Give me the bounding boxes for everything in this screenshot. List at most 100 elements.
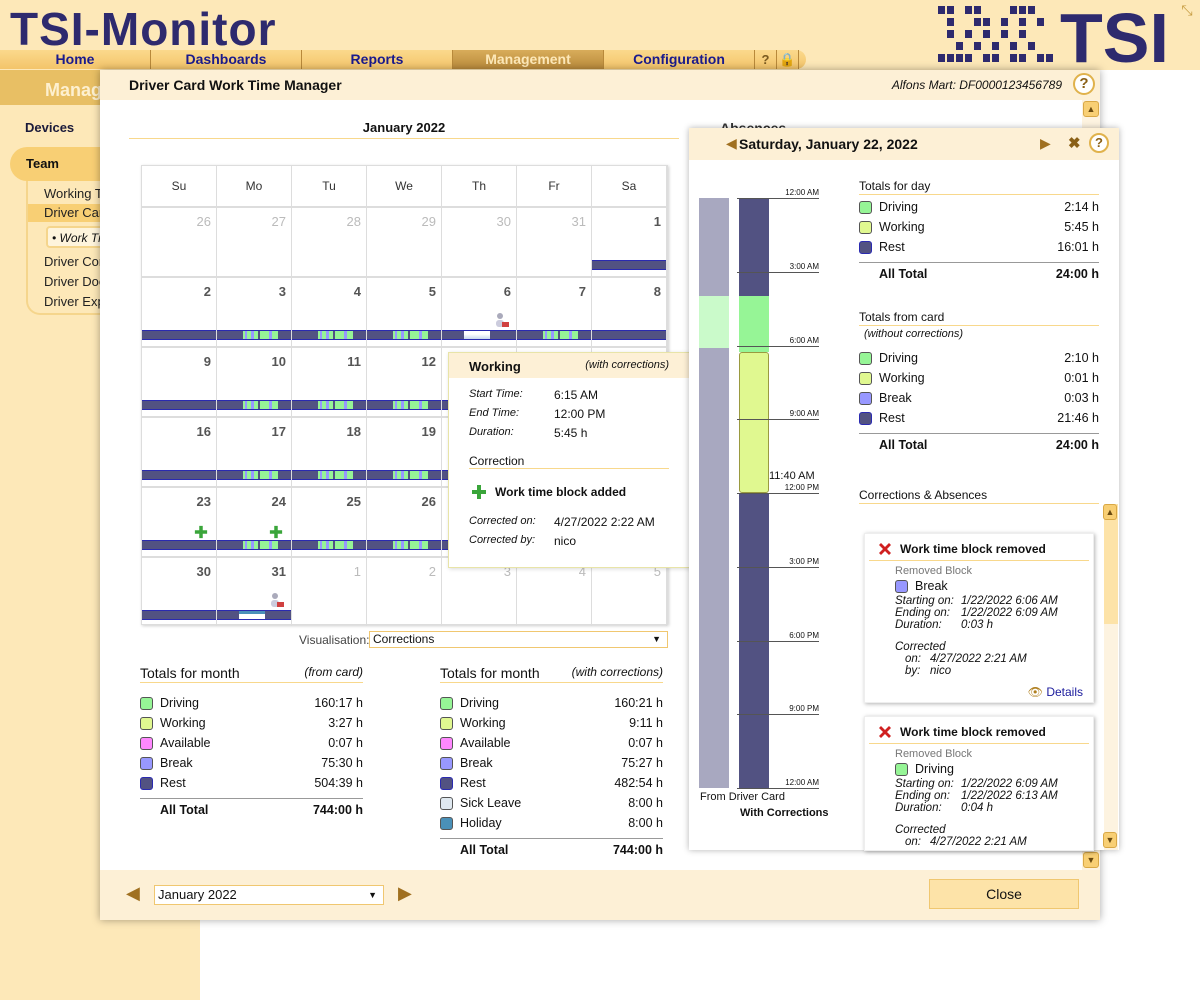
calendar-day[interactable]: 31	[217, 558, 292, 626]
panel-help-icon[interactable]: ?	[1089, 133, 1109, 153]
calendar-day[interactable]: 3	[442, 558, 517, 626]
calendar-day[interactable]: 6	[442, 278, 517, 346]
timeline-from-card[interactable]	[699, 198, 729, 788]
sidebar-subitem-work-time-manager[interactable]: • Work Time Manager	[46, 226, 106, 248]
calendar-day[interactable]: 28	[292, 208, 367, 276]
totals-row-all: All Total 24:00 h	[859, 433, 1099, 453]
scroll-down-icon[interactable]: ▼	[1083, 852, 1099, 868]
day-activity-bar[interactable]	[142, 540, 216, 550]
nav-reports[interactable]: Reports	[302, 50, 453, 69]
day-activity-bar[interactable]	[367, 400, 441, 410]
driving-block[interactable]	[699, 296, 729, 348]
day-activity-bar[interactable]	[292, 470, 366, 480]
day-activity-bar[interactable]	[217, 330, 291, 340]
day-activity-bar[interactable]	[142, 330, 216, 340]
nav-home[interactable]: Home	[0, 50, 151, 69]
day-activity-bar[interactable]	[217, 540, 291, 550]
scroll-up-icon[interactable]: ▲	[1083, 101, 1099, 117]
calendar-day[interactable]: 29	[367, 208, 442, 276]
day-activity-bar[interactable]	[517, 330, 591, 340]
scroll-down-icon[interactable]: ▼	[1103, 832, 1117, 848]
panel-scrollbar[interactable]: ▲ ▼	[1103, 504, 1118, 850]
rest-block[interactable]	[699, 198, 729, 297]
calendar-day[interactable]: 12	[367, 348, 442, 416]
sidebar-item-driver-cards[interactable]: Driver Cards	[28, 204, 108, 222]
help-icon[interactable]: ?	[755, 50, 777, 69]
calendar-day[interactable]: 24	[217, 488, 292, 556]
calendar-day[interactable]: 4	[517, 558, 592, 626]
nav-management[interactable]: Management	[453, 50, 604, 69]
day-activity-bar[interactable]	[142, 400, 216, 410]
day-activity-bar[interactable]	[367, 330, 441, 340]
calendar-month-title: January 2022	[129, 120, 679, 139]
calendar-day[interactable]: 26	[142, 208, 217, 276]
lock-icon[interactable]: 🔒	[777, 50, 799, 69]
sidebar-item-driver-corrections[interactable]: Driver Corrections	[44, 254, 104, 269]
sidebar-item-driver-expenses[interactable]: Driver Expenses	[44, 294, 104, 309]
day-activity-bar[interactable]	[592, 330, 666, 340]
driving-block[interactable]	[739, 296, 769, 352]
calendar-day[interactable]: 9	[142, 348, 217, 416]
calendar-day[interactable]: 1	[592, 208, 667, 276]
day-activity-bar[interactable]	[442, 330, 516, 340]
day-activity-bar[interactable]	[292, 330, 366, 340]
prev-month-icon[interactable]: ◀	[126, 883, 140, 904]
totals-title: Totals for day	[859, 179, 1099, 195]
day-activity-bar[interactable]	[217, 470, 291, 480]
calendar-day[interactable]: 30	[142, 558, 217, 626]
working-block[interactable]	[739, 351, 769, 493]
rest-block[interactable]	[739, 198, 769, 297]
day-activity-bar[interactable]	[142, 610, 216, 620]
calendar-day[interactable]: 8	[592, 278, 667, 346]
calendar-day[interactable]: 31	[517, 208, 592, 276]
calendar-day[interactable]: 1	[292, 558, 367, 626]
sidebar-item-driver-documents[interactable]: Driver Documents	[44, 274, 104, 289]
calendar-day[interactable]: 23	[142, 488, 217, 556]
calendar-day[interactable]: 27	[217, 208, 292, 276]
day-activity-bar[interactable]	[292, 540, 366, 550]
calendar-day[interactable]: 11	[292, 348, 367, 416]
next-month-icon[interactable]: ▶	[398, 883, 412, 904]
calendar-day[interactable]: 25	[292, 488, 367, 556]
calendar-day[interactable]: 18	[292, 418, 367, 486]
calendar-day[interactable]: 5	[592, 558, 667, 626]
calendar-day[interactable]: 5	[367, 278, 442, 346]
day-activity-bar[interactable]	[367, 470, 441, 480]
day-activity-bar[interactable]	[217, 400, 291, 410]
prev-day-icon[interactable]: ◀	[726, 135, 737, 152]
day-number: 6	[503, 284, 511, 299]
dialog-help-icon[interactable]: ?	[1073, 73, 1095, 95]
nav-dashboards[interactable]: Dashboards	[151, 50, 302, 69]
close-panel-icon[interactable]: ✖	[1068, 134, 1081, 152]
calendar-day[interactable]: 3	[217, 278, 292, 346]
corrected-label: Corrected	[895, 641, 946, 653]
month-select[interactable]: January 2022 ▼	[154, 885, 384, 905]
day-activity-bar[interactable]	[217, 610, 291, 620]
calendar-day[interactable]: 19	[367, 418, 442, 486]
calendar-day[interactable]: 26	[367, 488, 442, 556]
day-activity-bar[interactable]	[367, 540, 441, 550]
calendar-day[interactable]: 4	[292, 278, 367, 346]
day-activity-bar[interactable]	[292, 400, 366, 410]
calendar-day[interactable]: 2	[142, 278, 217, 346]
next-day-icon[interactable]: ▶	[1040, 135, 1051, 152]
shrink-window-icon[interactable]: ⤡	[1178, 2, 1196, 20]
sidebar-item-working-times[interactable]: Working Times	[44, 186, 104, 201]
calendar-day[interactable]: 16	[142, 418, 217, 486]
day-activity-bar[interactable]	[142, 470, 216, 480]
day-activity-bar[interactable]	[592, 260, 666, 270]
calendar-day[interactable]: 17	[217, 418, 292, 486]
close-button[interactable]: Close	[929, 879, 1079, 909]
calendar-day[interactable]: 2	[367, 558, 442, 626]
totals-row-rest: Rest 16:01 h	[859, 237, 1099, 257]
calendar-day[interactable]: 30	[442, 208, 517, 276]
scroll-up-icon[interactable]: ▲	[1103, 504, 1117, 520]
sidebar-item-devices[interactable]: Devices	[25, 120, 74, 135]
rest-block[interactable]	[699, 347, 729, 788]
calendar-day[interactable]: 7	[517, 278, 592, 346]
calendar-day[interactable]: 10	[217, 348, 292, 416]
nav-configuration[interactable]: Configuration	[604, 50, 755, 69]
scroll-thumb[interactable]	[1104, 504, 1118, 624]
visualisation-select[interactable]: Corrections ▼	[369, 631, 668, 648]
details-link[interactable]: 👁 Details	[895, 685, 1093, 699]
